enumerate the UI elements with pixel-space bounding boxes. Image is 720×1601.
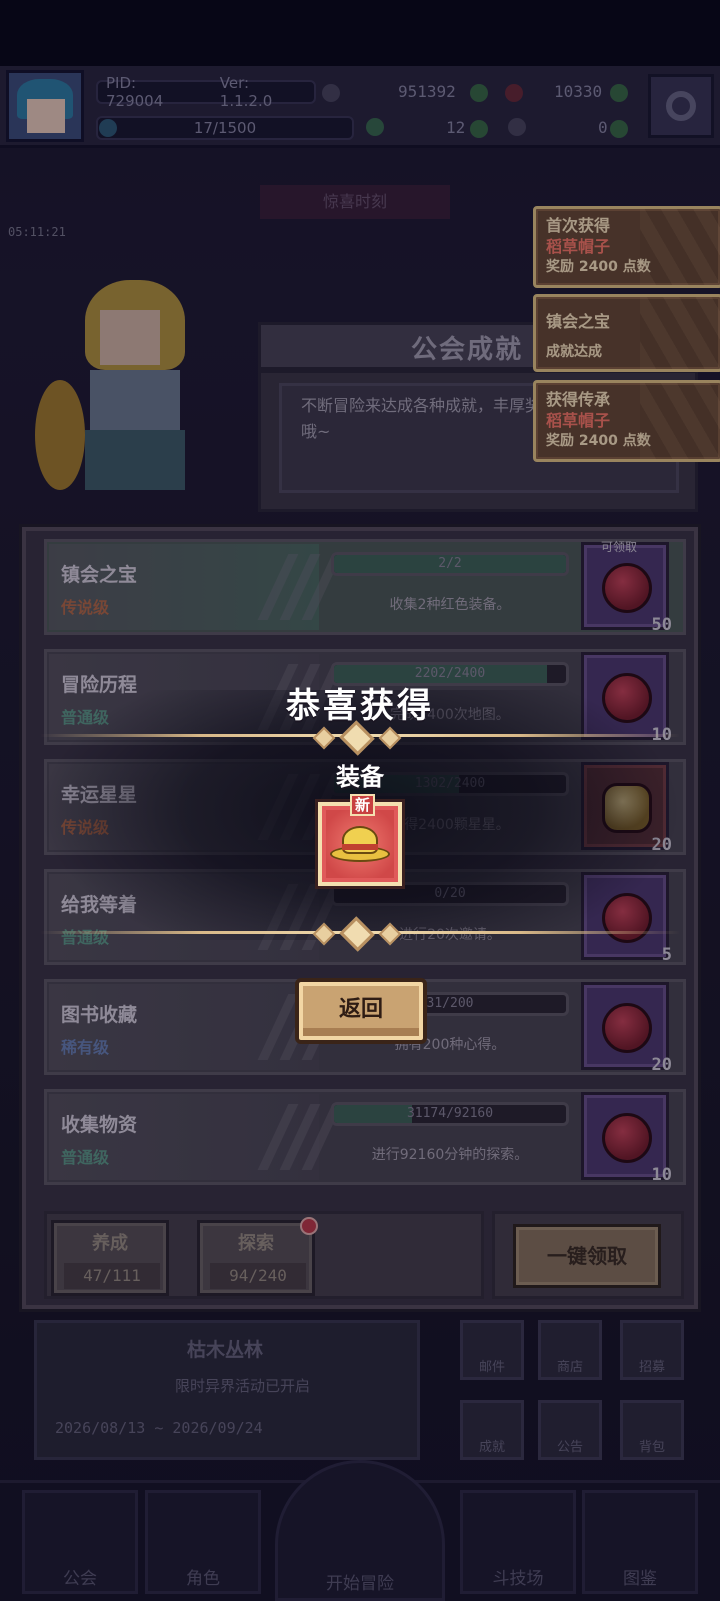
ornament-top (312, 720, 402, 756)
reward-item-slot[interactable]: 新 (318, 794, 402, 886)
popup-category: 装备 (336, 763, 384, 791)
popup-title: 恭喜获得 (286, 686, 434, 726)
new-badge: 新 (350, 794, 376, 816)
ornament-bottom (312, 916, 402, 952)
return-button[interactable]: 返回 (295, 978, 427, 1044)
